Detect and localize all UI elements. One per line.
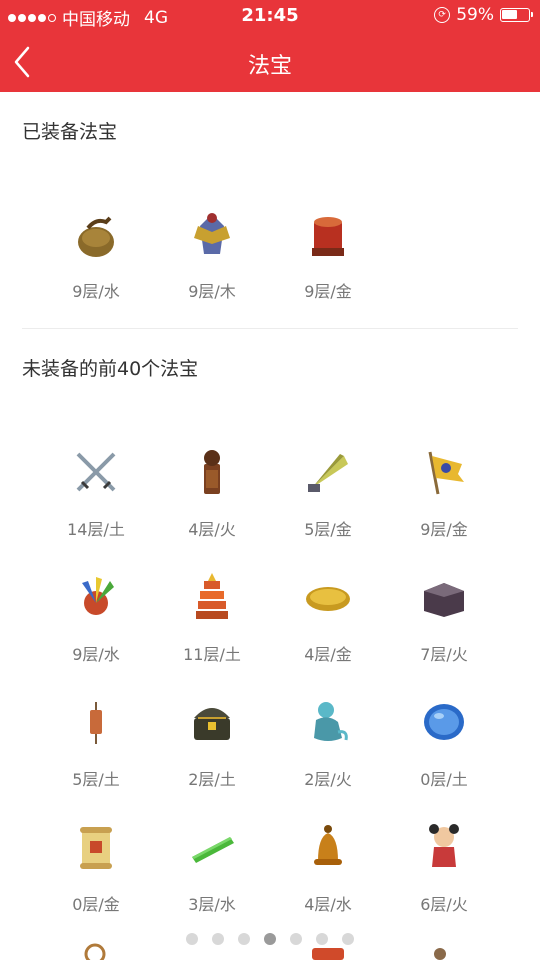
status-bar: 中国移动 4G 21:45 ⟳ 59%: [0, 0, 540, 32]
seal-icon: [182, 442, 242, 502]
unequipped-item[interactable]: 11层/土: [154, 559, 270, 684]
doll-icon: [414, 817, 474, 877]
flag-icon: [414, 442, 474, 502]
item-level-label: 4层/火: [188, 520, 236, 539]
fan-icon: [298, 442, 358, 502]
item-level-label: 9层/水: [72, 282, 120, 301]
page-dot[interactable]: [316, 933, 328, 945]
blue-gem-icon: [414, 692, 474, 752]
unequipped-item[interactable]: 3层/水: [154, 809, 270, 934]
item-level-label: 6层/火: [420, 895, 468, 914]
equipped-item[interactable]: 9层/金: [270, 196, 386, 321]
unequipped-item[interactable]: 5层/土: [38, 684, 154, 809]
page-dot[interactable]: [238, 933, 250, 945]
unequipped-item[interactable]: 9层/水: [38, 559, 154, 684]
item-level-label: 14层/土: [67, 520, 125, 539]
page-indicator[interactable]: [0, 933, 540, 945]
crossed-swords-icon: [66, 442, 126, 502]
unequipped-item[interactable]: 5层/金: [270, 434, 386, 559]
unequipped-grid: 14层/土 4层/火 5层/金 9层/金 9层/水 11层/土 4层/金 7层/火 5层/土 2层…: [38, 434, 502, 934]
item-level-label: 3层/水: [188, 895, 236, 914]
item-level-label: 2层/土: [188, 770, 236, 789]
page-dot[interactable]: [186, 933, 198, 945]
section-divider: [22, 328, 518, 329]
item-level-label: 5层/金: [304, 520, 352, 539]
treasure-chest-icon: [182, 692, 242, 752]
genie-icon: [298, 692, 358, 752]
equipped-item[interactable]: 9层/水: [38, 196, 154, 321]
equipped-section-title: 已装备法宝: [22, 121, 118, 143]
item-level-label: 0层/土: [420, 770, 468, 789]
item-level-label: 0层/金: [72, 895, 120, 914]
page-dot[interactable]: [264, 933, 276, 945]
gold-ingot-icon: [298, 567, 358, 627]
item-level-label: 2层/火: [304, 770, 352, 789]
scroll-icon: [66, 817, 126, 877]
equipped-grid: 9层/水 9层/木 9层/金: [38, 196, 502, 321]
unequipped-item[interactable]: 0层/金: [38, 809, 154, 934]
item-level-label: 9层/木: [188, 282, 236, 301]
nav-bar: 法宝: [0, 32, 540, 92]
box-icon: [414, 567, 474, 627]
page-dot[interactable]: [342, 933, 354, 945]
jade-ruler-icon: [182, 817, 242, 877]
page-dot[interactable]: [212, 933, 224, 945]
unequipped-item[interactable]: 0层/土: [386, 684, 502, 809]
unequipped-item[interactable]: 2层/土: [154, 684, 270, 809]
item-level-label: 11层/土: [183, 645, 241, 664]
bell-icon: [298, 817, 358, 877]
unequipped-item[interactable]: 14层/土: [38, 434, 154, 559]
unequipped-item[interactable]: 4层/火: [154, 434, 270, 559]
rotation-lock-icon: ⟳: [434, 7, 451, 23]
item-level-label: 9层/水: [72, 645, 120, 664]
equipped-item[interactable]: 9层/木: [154, 196, 270, 321]
pouch-icon: [66, 204, 126, 264]
item-level-label: 9层/金: [420, 520, 468, 539]
item-level-label: 4层/水: [304, 895, 352, 914]
unequipped-section-title: 未装备的前40个法宝: [22, 358, 199, 380]
unequipped-item[interactable]: 7层/火: [386, 559, 502, 684]
item-level-label: 4层/金: [304, 645, 352, 664]
unequipped-item[interactable]: 2层/火: [270, 684, 386, 809]
unequipped-item[interactable]: 6层/火: [386, 809, 502, 934]
page-dot[interactable]: [290, 933, 302, 945]
unequipped-item[interactable]: 4层/金: [270, 559, 386, 684]
battery-percent: 59%: [456, 5, 494, 25]
item-level-label: 9层/金: [304, 282, 352, 301]
armor-icon: [182, 204, 242, 264]
item-level-label: 7层/火: [420, 645, 468, 664]
unequipped-item[interactable]: 9层/金: [386, 434, 502, 559]
pagoda-icon: [182, 567, 242, 627]
drum-icon: [298, 204, 358, 264]
scroll-pendant-icon: [66, 692, 126, 752]
item-level-label: 5层/土: [72, 770, 120, 789]
battery-icon: [500, 8, 533, 22]
page-title: 法宝: [247, 54, 292, 79]
unequipped-item[interactable]: 4层/水: [270, 809, 386, 934]
feather-icon: [66, 567, 126, 627]
